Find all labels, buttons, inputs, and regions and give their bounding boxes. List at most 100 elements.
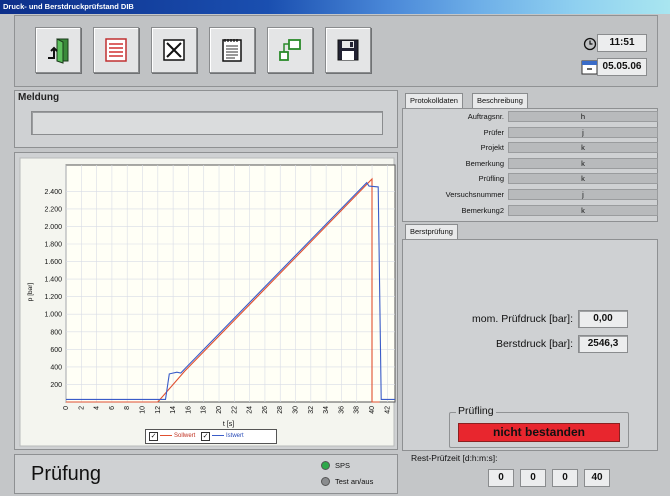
list-button[interactable] — [93, 27, 139, 73]
protokoll-label: Prüfling — [478, 174, 504, 184]
x-tick-label: 16 — [185, 406, 192, 414]
y-tick-label: 1.400 — [44, 277, 62, 284]
tab-berstpruefung[interactable]: Berstprüfung — [405, 224, 458, 239]
protokoll-row: Bemerkung2 k — [408, 204, 658, 217]
pruefdruck-value: 0,00 — [578, 310, 628, 328]
connect-button[interactable] — [267, 27, 313, 73]
calendar-icon — [581, 60, 598, 75]
x-tick-label: 32 — [308, 406, 315, 414]
protokoll-label: Bemerkung — [465, 158, 504, 168]
y-axis-label: p [bar] — [27, 283, 34, 302]
rest-hours: 0 — [520, 469, 546, 487]
test-toggle-label: Test an/aus — [335, 477, 374, 486]
time-display: 11:51 — [597, 34, 647, 52]
protokoll-row: Auftragsnr. h — [408, 111, 658, 123]
protokoll-label: Bemerkung2 — [461, 205, 504, 215]
list-icon — [105, 38, 127, 62]
rest-minutes: 0 — [552, 469, 578, 487]
toolbar: 11:51 05.05.06 — [14, 15, 658, 87]
x-tick-label: 38 — [354, 406, 361, 414]
save-button[interactable] — [325, 27, 371, 73]
x-tick-label: 36 — [338, 406, 345, 414]
protokoll-value-field[interactable]: k — [508, 157, 658, 169]
protokoll-row: Prüfling k — [408, 173, 658, 185]
sps-label: SPS — [335, 461, 351, 470]
legend-label-istwert: Istwert — [226, 433, 244, 439]
protokoll-value-field[interactable]: j — [508, 126, 658, 138]
x-tick-label: 18 — [201, 406, 208, 414]
window-title-bar: Druck- und Berstdruckprüfstand DIB — [0, 0, 670, 14]
exit-door-icon — [48, 38, 69, 64]
chart-legend: ✓ Sollwert ✓ Istwert — [145, 429, 277, 444]
legend-checkbox-sollwert[interactable]: ✓ — [149, 432, 158, 441]
y-tick-label: 600 — [50, 347, 62, 354]
x-tick-label: 28 — [277, 406, 284, 414]
date-display: 05.05.06 — [597, 58, 647, 76]
protokoll-value-field[interactable]: k — [508, 142, 658, 154]
protokoll-label: Prüfer — [483, 127, 504, 137]
test-toggle-led[interactable] — [321, 477, 330, 486]
floppy-disk-icon — [337, 39, 359, 61]
x-axis-label: t [s] — [223, 421, 234, 428]
protokoll-row: Prüfer j — [408, 126, 658, 139]
y-tick-label: 200 — [50, 382, 62, 389]
cross-box-icon — [163, 39, 185, 61]
pruefung-title: Prüfung — [31, 463, 102, 485]
clock-icon — [583, 37, 597, 51]
protokoll-label: Auftragsnr. — [467, 112, 504, 121]
plot-area — [65, 164, 396, 403]
legend-label-sollwert: Sollwert — [174, 433, 196, 439]
x-tick-label: 10 — [140, 406, 147, 414]
pruefling-status: nicht bestanden — [458, 423, 620, 442]
rest-pruefzeit-label: Rest-Prüfzeit [d:h:m:s]: — [411, 453, 498, 463]
protokoll-value-field[interactable]: h — [508, 111, 658, 122]
meldung-title: Meldung — [18, 92, 60, 103]
protokoll-value-field[interactable]: j — [508, 189, 658, 200]
meldung-field — [31, 111, 383, 135]
x-tick-label: 34 — [323, 406, 330, 414]
protokoll-value-field[interactable]: k — [508, 173, 658, 185]
x-tick-label: 2 — [78, 406, 85, 410]
cancel-button[interactable] — [151, 27, 197, 73]
x-tick-label: 8 — [124, 406, 131, 410]
exit-button[interactable] — [35, 27, 81, 73]
y-tick-label: 1.200 — [44, 294, 62, 301]
connect-icon — [279, 39, 301, 61]
y-tick-label: 2.200 — [44, 206, 62, 213]
x-tick-label: 30 — [293, 406, 300, 414]
x-tick-label: 14 — [170, 406, 177, 414]
x-tick-label: 20 — [216, 406, 223, 414]
rest-days: 0 — [488, 469, 514, 487]
window-title: Druck- und Berstdruckprüfstand DIB — [3, 2, 134, 11]
protokoll-value-field[interactable]: k — [508, 204, 658, 216]
berstdruck-value: 2546,3 — [578, 335, 628, 353]
y-tick-label: 1.600 — [44, 259, 62, 266]
berstdruck-label: Berstdruck [bar]: — [495, 338, 573, 350]
tab-protokolldaten[interactable]: Protokolldaten — [405, 93, 463, 108]
notes-button[interactable] — [209, 27, 255, 73]
y-tick-label: 2.400 — [44, 189, 62, 196]
pruefling-group: Prüfling nicht bestanden — [449, 405, 629, 448]
y-tick-label: 2.000 — [44, 224, 62, 231]
sps-status-led — [321, 461, 330, 470]
x-tick-label: 42 — [384, 406, 391, 414]
protokoll-label: Versuchsnummer — [445, 190, 504, 199]
legend-checkbox-istwert[interactable]: ✓ — [201, 432, 211, 441]
y-tick-label: 800 — [50, 329, 62, 336]
status-footer: Prüfung SPS Test an/aus — [14, 454, 398, 494]
x-tick-label: 12 — [155, 406, 162, 414]
protokoll-row: Projekt k — [408, 142, 658, 154]
pressure-chart: 0 2 4 6 8 10 12 14 16 18 20 22 24 26 28 30 32 34 36 38 40 422… — [19, 157, 396, 447]
notepad-icon — [222, 39, 242, 62]
meldung-panel: Meldung — [14, 90, 398, 148]
x-tick-label: 22 — [231, 406, 238, 414]
x-tick-label: 4 — [94, 406, 101, 410]
rest-seconds: 40 — [584, 469, 610, 487]
y-tick-label: 1.800 — [44, 242, 62, 249]
protokoll-row: Versuchsnummer j — [408, 189, 658, 201]
x-tick-label: 24 — [247, 406, 254, 414]
x-tick-label: 26 — [262, 406, 269, 414]
x-tick-label: 6 — [109, 406, 116, 410]
tab-beschreibung[interactable]: Beschreibung — [472, 93, 528, 108]
rest-pruefzeit-group: Rest-Prüfzeit [d:h:m:s]: 0 0 0 40 — [402, 452, 658, 494]
